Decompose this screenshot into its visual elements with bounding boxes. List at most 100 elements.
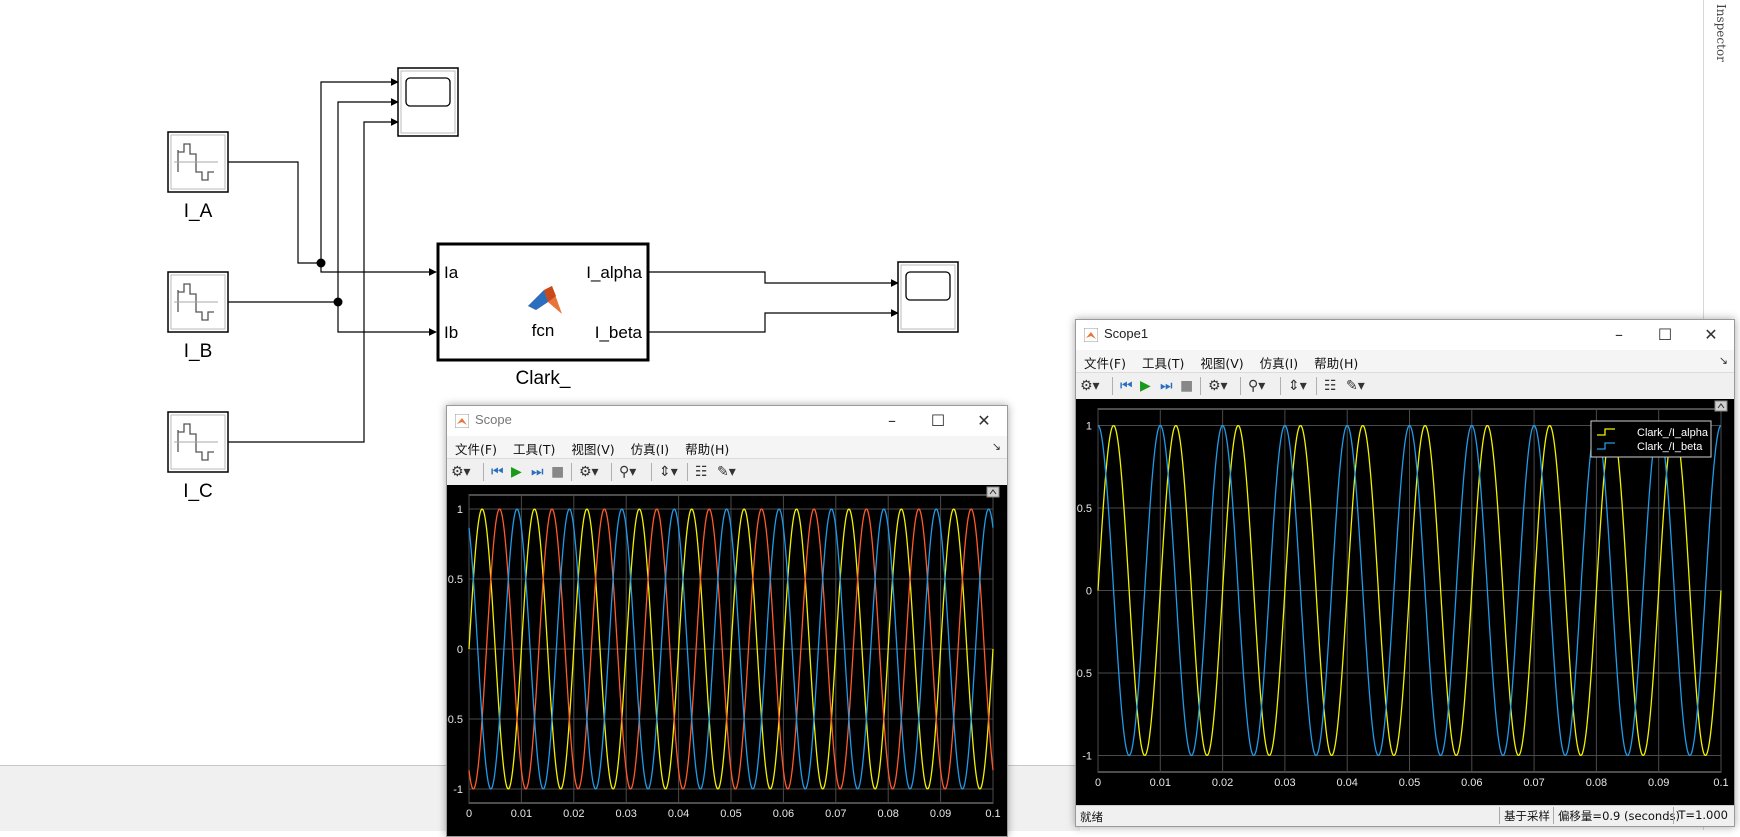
fcn-center-text: fcn xyxy=(532,321,555,340)
scope-xtick-label: 0.04 xyxy=(668,808,689,820)
close-button[interactable]: ✕ xyxy=(961,406,1007,436)
source-label-i-a: I_A xyxy=(184,201,213,222)
scope1-titlebar[interactable]: Scope1 – ☐ ✕ xyxy=(1076,320,1734,350)
scope-xtick-label: 0.06 xyxy=(773,808,794,820)
scope1-ytick-label: 1 xyxy=(1086,421,1092,433)
maximize-button[interactable]: ☐ xyxy=(915,406,961,436)
scope-xtick-label: 0.05 xyxy=(720,808,741,820)
fcn-block-name: Clark_ xyxy=(516,368,571,389)
branch-point-b xyxy=(333,297,343,307)
menu-tools[interactable]: 工具(T) xyxy=(1134,350,1192,372)
scope1-plot-area[interactable]: 0 0.01 0.02 0.03 0.04 0.05 0.06 0.07 0.08 0.09 0.1… xyxy=(1076,399,1734,805)
scope-window[interactable]: Scope – ☐ ✕ 文件(F) 工具(T) 视图(V) 仿真(I) 帮助(H) ↘ … xyxy=(446,405,1008,837)
annotate-icon[interactable]: ✎▾ xyxy=(1346,377,1365,395)
menu-file[interactable]: 文件(F) xyxy=(1076,350,1134,372)
status-time: T=1.000 xyxy=(1673,807,1732,824)
scope-xtick-label: 0.03 xyxy=(615,808,636,820)
scope1-window[interactable]: Scope1 – ☐ ✕ 文件(F) 工具(T) 视图(V) 仿真(I) 帮助(H) ↘… xyxy=(1075,319,1735,827)
scope-titlebar[interactable]: Scope – ☐ ✕ xyxy=(447,406,1007,436)
source-label-i-c: I_C xyxy=(183,481,213,502)
scope1-menubar: 文件(F) 工具(T) 视图(V) 仿真(I) 帮助(H) ↘ xyxy=(1076,350,1734,372)
cursor-measure-icon[interactable]: ☷ xyxy=(1324,377,1337,395)
status-offset: 偏移量=0.9 (seconds) xyxy=(1552,807,1684,824)
scope-collapse-icon[interactable] xyxy=(986,486,1000,498)
scope-xtick-label: 0 xyxy=(466,808,472,820)
source-block-i-c[interactable]: I_C xyxy=(167,411,229,502)
scope1-ytick-label: -1 xyxy=(1082,751,1092,763)
menu-simulation[interactable]: 仿真(I) xyxy=(623,436,677,458)
menu-help[interactable]: 帮助(H) xyxy=(1306,350,1366,372)
source-block-i-b[interactable]: I_B xyxy=(167,271,229,362)
annotate-icon[interactable]: ✎▾ xyxy=(717,463,736,481)
scope-xtick-label: 0.1 xyxy=(985,808,1000,820)
dock-arrow-icon[interactable]: ↘ xyxy=(992,440,1001,453)
step-back-icon[interactable]: ⏮ xyxy=(1120,377,1133,395)
zoom-icon[interactable]: ⚲▾ xyxy=(1248,377,1265,395)
run-icon[interactable]: ▶ xyxy=(1140,377,1151,395)
minimize-button[interactable]: – xyxy=(869,406,915,436)
scale-axes-icon[interactable]: ⇕▾ xyxy=(659,463,678,481)
scope1-statusbar: 就绪 基于采样 偏移量=0.9 (seconds) T=1.000 xyxy=(1076,805,1734,826)
zoom-icon[interactable]: ⚲▾ xyxy=(619,463,636,481)
scope-toolbar: ⚙▾ ⏮ ▶ ⏭ ■ ⚙▾ ⚲▾ ⇕▾ ☷ ✎▾ xyxy=(447,458,1007,486)
cursor-measure-icon[interactable]: ☷ xyxy=(695,463,708,481)
scope1-legend-entry: Clark_/I_alpha xyxy=(1637,427,1709,439)
scope1-xtick-label: 0.02 xyxy=(1212,777,1233,789)
matlab-logo-icon xyxy=(1084,328,1098,342)
minimize-button[interactable]: – xyxy=(1596,320,1642,350)
scope-xtick-label: 0.02 xyxy=(563,808,584,820)
scope-block[interactable] xyxy=(397,67,459,137)
scope1-legend[interactable]: Clark_/I_alpha Clark_/I_beta xyxy=(1590,420,1712,458)
branch-point-a xyxy=(316,258,326,268)
scope1-toolbar: ⚙▾ ⏮ ▶ ⏭ ■ ⚙▾ ⚲▾ ⇕▾ ☷ ✎▾ xyxy=(1076,372,1734,400)
scope-ytick-label: -1 xyxy=(453,784,463,796)
scope-plot[interactable]: 0 0.01 0.02 0.03 0.04 0.05 0.06 0.07 0.08 0.09 0.1… xyxy=(447,485,1007,836)
scope1-ytick-label: 0.5 xyxy=(1077,503,1092,515)
maximize-button[interactable]: ☐ xyxy=(1642,320,1688,350)
input-port-ia: Ia xyxy=(444,263,459,282)
step-forward-icon[interactable]: ⏭ xyxy=(1160,377,1173,395)
scope1-collapse-icon[interactable] xyxy=(1714,400,1728,412)
scope1-xtick-label: 0.06 xyxy=(1461,777,1482,789)
menu-tools[interactable]: 工具(T) xyxy=(505,436,563,458)
step-forward-icon[interactable]: ⏭ xyxy=(531,463,544,481)
menu-view[interactable]: 视图(V) xyxy=(563,436,622,458)
scope-plot-area[interactable]: 0 0.01 0.02 0.03 0.04 0.05 0.06 0.07 0.08 0.09 0.1… xyxy=(447,485,1007,836)
menu-file[interactable]: 文件(F) xyxy=(447,436,505,458)
stop-icon[interactable]: ■ xyxy=(1180,377,1193,395)
scope-xtick-label: 0.09 xyxy=(930,808,951,820)
scope1-xtick-label: 0.05 xyxy=(1399,777,1420,789)
scope-screen-icon xyxy=(405,77,451,107)
scope1-xtick-label: 0.09 xyxy=(1648,777,1669,789)
scope1-block[interactable] xyxy=(897,261,959,333)
scope1-xtick-label: 0 xyxy=(1095,777,1101,789)
source-block-i-a[interactable]: I_A xyxy=(167,131,229,222)
scope1-xtick-label: 0.01 xyxy=(1150,777,1171,789)
output-port-i-alpha: I_alpha xyxy=(586,263,642,282)
scope-xtick-label: 0.08 xyxy=(877,808,898,820)
scope-ytick-label: 0 xyxy=(457,644,463,656)
step-back-icon[interactable]: ⏮ xyxy=(491,463,504,481)
scope-ytick-label: 0.5 xyxy=(448,574,463,586)
dock-arrow-icon[interactable]: ↘ xyxy=(1719,354,1728,367)
settings-gear-icon[interactable]: ⚙▾ xyxy=(1080,377,1100,395)
highlight-signal-icon[interactable]: ⚙▾ xyxy=(1208,377,1228,395)
matlab-function-block[interactable]: Ia Ib I_alpha I_beta fcn Clark_ xyxy=(436,242,650,389)
menu-view[interactable]: 视图(V) xyxy=(1192,350,1251,372)
scope-screen-icon xyxy=(905,271,951,301)
stop-icon[interactable]: ■ xyxy=(551,463,564,481)
scale-axes-icon[interactable]: ⇕▾ xyxy=(1288,377,1307,395)
menu-simulation[interactable]: 仿真(I) xyxy=(1252,350,1306,372)
highlight-signal-icon[interactable]: ⚙▾ xyxy=(579,463,599,481)
close-button[interactable]: ✕ xyxy=(1688,320,1734,350)
settings-gear-icon[interactable]: ⚙▾ xyxy=(451,463,471,481)
menu-help[interactable]: 帮助(H) xyxy=(677,436,737,458)
inspector-tab-label[interactable]: Inspector xyxy=(1714,4,1728,62)
scope1-plot[interactable]: 0 0.01 0.02 0.03 0.04 0.05 0.06 0.07 0.08 0.09 0.1… xyxy=(1076,399,1734,805)
output-port-i-beta: I_beta xyxy=(595,323,643,342)
scope1-xtick-label: 0.08 xyxy=(1586,777,1607,789)
run-icon[interactable]: ▶ xyxy=(511,463,522,481)
scope1-legend-entry: Clark_/I_beta xyxy=(1637,441,1703,453)
matlab-logo-icon xyxy=(455,414,469,428)
scope-xtick-label: 0.01 xyxy=(511,808,532,820)
